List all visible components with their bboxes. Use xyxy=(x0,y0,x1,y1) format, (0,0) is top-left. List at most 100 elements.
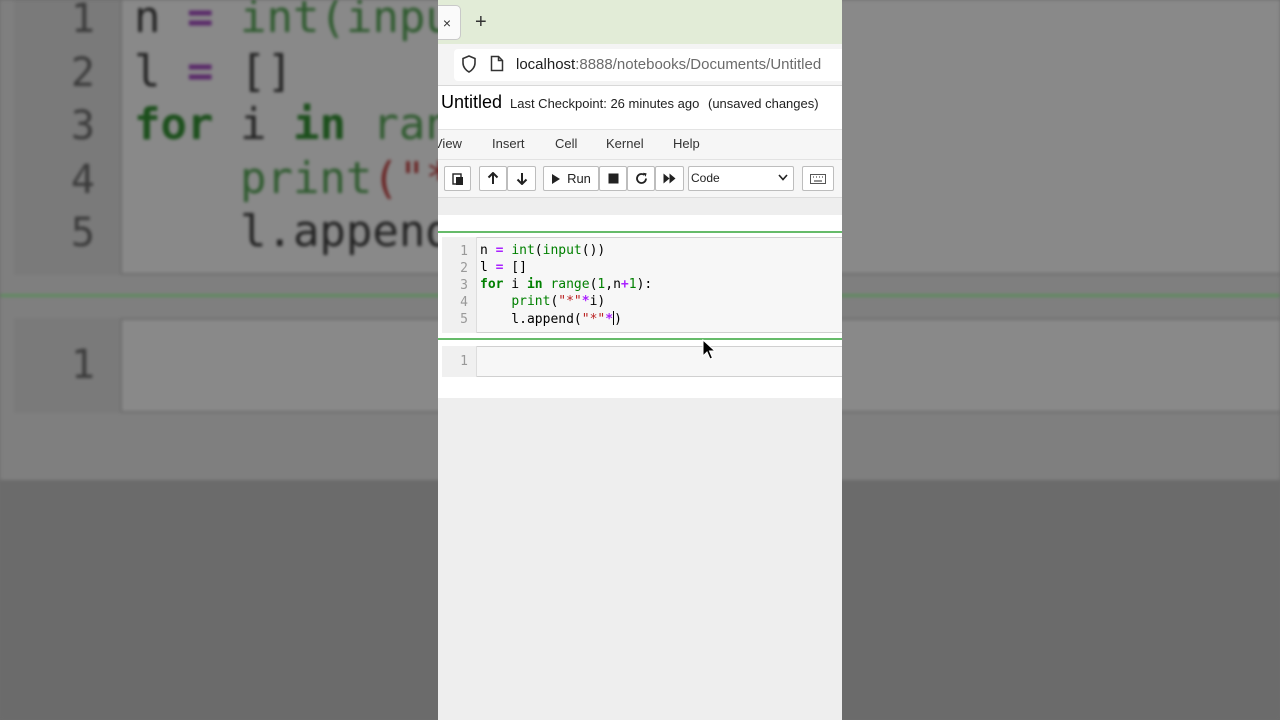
code-token: i xyxy=(503,277,527,292)
code-token: * xyxy=(605,312,614,327)
cell-line: l = [] xyxy=(480,260,527,275)
code-token: + xyxy=(620,277,629,292)
cell-line: n = int(input()) xyxy=(480,243,605,258)
restart-run-all-button[interactable] xyxy=(655,166,684,191)
menu-cell[interactable]: Cell xyxy=(555,136,577,151)
code-token: for xyxy=(480,277,504,292)
chevron-down-icon xyxy=(778,174,788,181)
menu-kernel[interactable]: Kernel xyxy=(606,136,644,151)
checkpoint-status: Last Checkpoint: 26 minutes ago xyxy=(510,96,700,111)
code-token: l xyxy=(480,260,496,275)
code-token: "*" xyxy=(558,294,582,309)
line-number: 5 xyxy=(460,312,468,327)
menu-view[interactable]: View xyxy=(438,136,462,151)
selected-cell-border xyxy=(438,338,842,340)
move-up-button[interactable] xyxy=(479,166,507,191)
code-token: ) xyxy=(614,312,622,327)
code-token: for xyxy=(134,99,214,150)
code-token: l.append( xyxy=(480,312,582,327)
background-line-number: 4 xyxy=(70,156,95,203)
code-token: = xyxy=(186,0,214,43)
line-number: 1 xyxy=(460,244,468,259)
new-tab-button[interactable]: + xyxy=(475,11,487,34)
code-token: ( xyxy=(534,243,543,258)
code-token: ): xyxy=(636,277,653,292)
mouse-cursor-icon xyxy=(702,339,716,360)
cell-line: for i in range(1,n+1): xyxy=(480,277,652,292)
run-label: Run xyxy=(567,171,591,186)
code-token: [] xyxy=(503,260,527,275)
code-token: n xyxy=(480,243,496,258)
bg-line: l.append xyxy=(134,206,452,257)
background-line-number: 1 xyxy=(70,0,95,42)
code-token: print xyxy=(511,294,551,309)
unsaved-status: (unsaved changes) xyxy=(708,96,819,111)
code-token: l xyxy=(134,45,187,97)
code-token: in xyxy=(292,99,346,150)
keyboard-icon xyxy=(810,173,826,184)
fast-forward-icon xyxy=(663,173,676,184)
cell-line: print("*"*i) xyxy=(480,294,605,309)
background-line-number: 3 xyxy=(70,103,95,149)
menu-help[interactable]: Help xyxy=(673,136,700,151)
code-token: input xyxy=(542,243,582,258)
code-token: i xyxy=(213,99,293,150)
url-path: :8888/notebooks/Documents/Untitled xyxy=(575,56,822,73)
code-token: (inpu xyxy=(319,0,452,43)
notebook-title[interactable]: Untitled xyxy=(441,92,502,113)
cell-line: l.append("*"*) xyxy=(480,311,622,327)
run-button[interactable]: Run xyxy=(543,166,599,191)
url-host: localhost xyxy=(516,56,576,73)
code-token: in xyxy=(526,277,543,292)
paste-button[interactable] xyxy=(444,166,471,191)
cell-type-select[interactable]: Code xyxy=(688,166,794,191)
background-next-line-number: 1 xyxy=(70,342,95,388)
code-token: 1 xyxy=(628,277,637,292)
bg-line: print("* xyxy=(134,153,452,204)
code-token: print xyxy=(134,152,373,204)
browser-window: × + localhost:8888/notebooks/Documents/U… xyxy=(438,0,842,720)
line-number: 3 xyxy=(460,278,468,293)
restart-icon xyxy=(635,172,647,184)
move-down-button[interactable] xyxy=(507,166,536,191)
arrow-down-icon xyxy=(516,173,527,185)
line-number: 2 xyxy=(460,261,468,276)
tab-bar xyxy=(438,0,842,44)
code-token: ,n xyxy=(605,277,621,292)
code-token: = xyxy=(186,45,214,97)
code-token: ()) xyxy=(581,243,606,258)
shield-icon[interactable] xyxy=(461,55,477,73)
line-number: 4 xyxy=(460,295,468,310)
code-token: l.append xyxy=(134,206,452,257)
code-token: i) xyxy=(589,294,606,309)
bg-line: n = int(inpu xyxy=(134,0,452,43)
code-token: ran xyxy=(345,99,452,150)
code-token: int xyxy=(511,243,535,258)
bg-line: l = [] xyxy=(134,46,293,97)
arrow-up-icon xyxy=(487,172,499,184)
code-token: * xyxy=(581,294,590,309)
interrupt-button[interactable] xyxy=(599,166,627,191)
stop-icon xyxy=(608,173,618,184)
code-token: int xyxy=(213,0,320,43)
page-icon xyxy=(490,55,504,72)
empty-code-cell[interactable] xyxy=(442,346,842,377)
bg-line: for i in ran xyxy=(134,99,452,150)
clipboard-icon xyxy=(451,172,463,185)
code-token: [] xyxy=(213,45,293,97)
code-token: range xyxy=(550,277,590,292)
play-icon xyxy=(552,173,561,184)
code-token: n xyxy=(134,0,187,43)
line-number: 1 xyxy=(460,354,468,369)
background-line-number: 5 xyxy=(70,210,95,256)
restart-button[interactable] xyxy=(627,166,655,191)
url-text[interactable]: localhost:8888/notebooks/Documents/Untit… xyxy=(516,56,821,73)
menu-insert[interactable]: Insert xyxy=(492,136,525,151)
command-palette-button[interactable] xyxy=(802,166,834,191)
code-token: "*" xyxy=(581,312,606,327)
background-line-number: 2 xyxy=(70,49,95,96)
cell-type-value: Code xyxy=(691,171,720,185)
tab-close-button[interactable]: × xyxy=(438,5,461,40)
selected-cell-border xyxy=(438,231,842,233)
